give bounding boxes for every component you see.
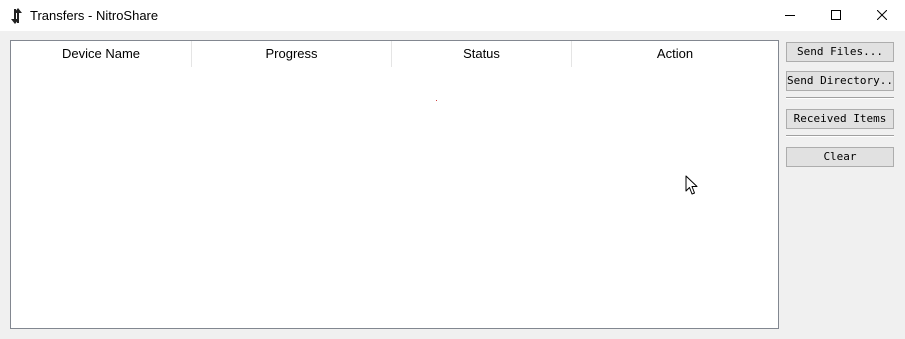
send-directory-button[interactable]: Send Directory... bbox=[786, 71, 894, 91]
transfers-table[interactable]: Device Name Progress Status Action bbox=[10, 40, 779, 329]
table-body[interactable] bbox=[11, 67, 778, 328]
window-title: Transfers - NitroShare bbox=[30, 8, 159, 23]
table-header: Device Name Progress Status Action bbox=[11, 41, 778, 67]
column-header-action[interactable]: Action bbox=[572, 41, 778, 67]
column-header-status[interactable]: Status bbox=[392, 41, 572, 67]
maximize-button[interactable] bbox=[813, 0, 859, 30]
minimize-button[interactable] bbox=[767, 0, 813, 30]
mouse-pointer-icon bbox=[685, 175, 698, 195]
send-files-button[interactable]: Send Files... bbox=[786, 42, 894, 62]
close-button[interactable] bbox=[859, 0, 905, 30]
nitroshare-icon bbox=[11, 8, 22, 24]
separator bbox=[786, 135, 894, 137]
column-header-device-name[interactable]: Device Name bbox=[11, 41, 192, 67]
maximize-icon bbox=[831, 10, 841, 20]
received-items-button[interactable]: Received Items bbox=[786, 109, 894, 129]
clear-button[interactable]: Clear bbox=[786, 147, 894, 167]
column-header-progress[interactable]: Progress bbox=[192, 41, 392, 67]
separator bbox=[786, 97, 894, 99]
close-icon bbox=[877, 10, 887, 20]
minimize-icon bbox=[785, 15, 795, 16]
title-bar: Transfers - NitroShare bbox=[0, 0, 905, 31]
stray-pixel bbox=[436, 100, 437, 101]
